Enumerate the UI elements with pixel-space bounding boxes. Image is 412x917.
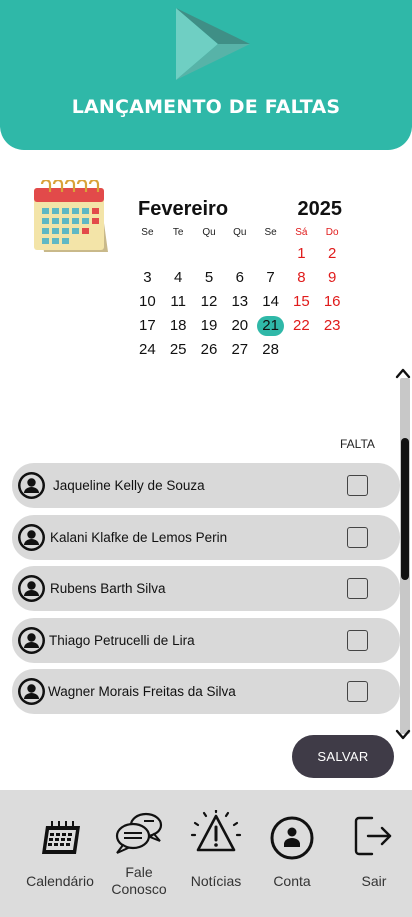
calendar-year: 2025	[297, 198, 343, 220]
student-row: Thiago Petrucelli de Lira	[12, 617, 400, 663]
calendar-day[interactable]: 6	[224, 266, 255, 290]
falta-checkbox[interactable]	[347, 526, 368, 548]
weekday-label: Se	[264, 227, 277, 238]
calendar-day[interactable]: 24	[132, 338, 163, 362]
weekday-label: Qu	[202, 227, 216, 238]
calendar-widget: Fevereiro 2025 Se Te Qu Qu Se Sá Do 1 2 …	[132, 196, 348, 362]
weekday-label: Do	[325, 227, 339, 238]
calendar-day[interactable]: 26	[194, 338, 225, 362]
calendar-day[interactable]: 4	[163, 266, 194, 290]
calendar-day[interactable]: 23	[317, 314, 348, 338]
calendar-day[interactable]: 12	[194, 290, 225, 314]
page-title: LANÇAMENTO DE FALTAS	[71, 96, 341, 118]
weekday-label: Te	[172, 227, 184, 238]
calendar-day[interactable]: 9	[317, 266, 348, 290]
user-avatar-icon	[18, 626, 45, 654]
bottom-nav: Calendário Fale Conosco Notícias Conta S…	[0, 790, 412, 917]
calendar-icon	[42, 821, 80, 854]
calendar-day[interactable]: 25	[163, 338, 194, 362]
nav-item-sair[interactable]: Sair	[344, 790, 404, 917]
calendar-day[interactable]: 2	[317, 242, 348, 266]
falta-column-header: FALTA	[340, 437, 375, 451]
calendar-day[interactable]: 18	[163, 314, 194, 338]
user-avatar-icon	[18, 523, 45, 551]
calendar-day[interactable]: 3	[132, 266, 163, 290]
student-row: Jaqueline Kelly de Souza	[12, 463, 400, 508]
calendar-day-selected[interactable]: 21	[255, 314, 286, 338]
student-row: Rubens Barth Silva	[12, 566, 400, 612]
calendar-day[interactable]: 10	[132, 290, 163, 314]
app-screen: LANÇAMENTO DE FALTAS Fevereiro 2025 Se T…	[0, 0, 412, 917]
account-icon	[270, 816, 314, 860]
user-avatar-icon	[18, 678, 45, 706]
student-list: Jaqueline Kelly de Souza Kalani Klafke d…	[12, 463, 400, 721]
nav-label: Fale Conosco	[111, 864, 167, 897]
chat-bubbles-icon	[115, 812, 163, 854]
nav-item-fale-conosco[interactable]: Fale Conosco	[104, 790, 174, 917]
logout-icon	[354, 816, 392, 856]
calendar-day[interactable]: 15	[286, 290, 317, 314]
student-name: Jaqueline Kelly de Souza	[53, 478, 205, 493]
falta-checkbox[interactable]	[347, 475, 368, 496]
student-row: Wagner Morais Freitas da Silva	[12, 669, 400, 715]
calendar-day-empty	[132, 242, 163, 266]
nav-label: Notícias	[190, 873, 242, 889]
nav-item-noticias[interactable]: Notícias	[180, 790, 252, 917]
student-row: Kalani Klafke de Lemos Perin	[12, 514, 400, 560]
calendar-illustration-icon	[34, 180, 108, 252]
calendar-month: Fevereiro	[138, 198, 229, 220]
nav-item-conta[interactable]: Conta	[258, 790, 326, 917]
student-name: Thiago Petrucelli de Lira	[49, 632, 195, 648]
nav-label: Conta	[273, 873, 311, 889]
student-name: Kalani Klafke de Lemos Perin	[50, 529, 228, 545]
weekday-label: Qu	[233, 227, 247, 238]
calendar-day[interactable]: 1	[286, 242, 317, 266]
alert-icon	[190, 810, 242, 852]
calendar-day-empty	[255, 242, 286, 266]
calendar-day[interactable]: 11	[163, 290, 194, 314]
calendar-grid: Se Te Qu Qu Se Sá Do 1 2 3 4 5 6 7 8 9 1…	[132, 224, 348, 362]
student-name: Rubens Barth Silva	[50, 581, 166, 597]
student-name: Wagner Morais Freitas da Silva	[48, 684, 236, 700]
calendar-day-empty	[163, 242, 194, 266]
scrollbar-thumb[interactable]	[401, 438, 409, 580]
falta-checkbox[interactable]	[347, 681, 368, 703]
calendar-day-empty	[286, 338, 317, 362]
weekday-label: Sá	[295, 227, 308, 238]
weekday-label: Se	[141, 227, 154, 238]
user-avatar-icon	[18, 575, 45, 603]
user-avatar-icon	[18, 472, 45, 499]
calendar-day[interactable]: 8	[286, 266, 317, 290]
play-logo-icon	[176, 8, 250, 80]
calendar-day[interactable]: 20	[224, 314, 255, 338]
falta-checkbox[interactable]	[347, 629, 368, 651]
calendar-day-empty	[194, 242, 225, 266]
save-button[interactable]: SALVAR	[292, 735, 394, 778]
header: LANÇAMENTO DE FALTAS	[0, 0, 412, 150]
calendar-day[interactable]: 16	[317, 290, 348, 314]
nav-label: Calendário	[26, 873, 94, 889]
calendar-day-empty	[224, 242, 255, 266]
calendar-day[interactable]: 7	[255, 266, 286, 290]
scroll-down-arrow-icon[interactable]	[394, 728, 412, 742]
nav-item-calendario[interactable]: Calendário	[16, 790, 104, 917]
calendar-day[interactable]: 22	[286, 314, 317, 338]
calendar-day[interactable]: 14	[255, 290, 286, 314]
falta-checkbox[interactable]	[347, 578, 368, 600]
calendar-header: Fevereiro 2025	[132, 196, 348, 224]
nav-label: Sair	[361, 873, 387, 889]
selected-day-label: 21	[257, 316, 285, 336]
calendar-day[interactable]: 27	[224, 338, 255, 362]
calendar-day-empty	[317, 338, 348, 362]
calendar-day[interactable]: 5	[194, 266, 225, 290]
calendar-day[interactable]: 28	[255, 338, 286, 362]
calendar-day[interactable]: 13	[224, 290, 255, 314]
calendar-day[interactable]: 19	[194, 314, 225, 338]
calendar-day[interactable]: 17	[132, 314, 163, 338]
